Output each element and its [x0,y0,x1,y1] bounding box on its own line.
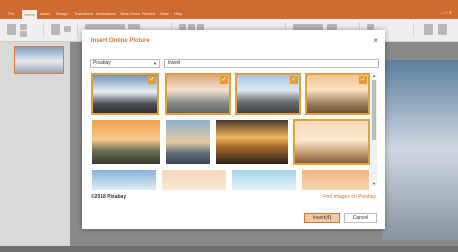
source-dropdown[interactable]: Pixabay ▼ [90,59,160,68]
menu-help[interactable]: Help [174,11,182,16]
menu-bar: File Home Insert Design Transitions Anim… [0,9,458,19]
checkmark-icon: ✓ [290,76,298,84]
paste-icon[interactable] [7,24,16,35]
designer-icon[interactable] [438,24,447,35]
search-input[interactable]: travel [164,59,379,68]
font-size-field[interactable] [128,24,140,29]
image-result-12[interactable] [302,170,369,190]
image-result-7[interactable] [216,120,288,164]
status-bar [0,246,458,252]
find-images-link[interactable]: Find Images on Pixabay [322,194,376,200]
image-result-9[interactable] [92,170,156,190]
menu-design[interactable]: Design [56,11,68,16]
source-value: Pixabay [93,60,111,66]
copyright-text: ©2018 Pixabay [91,194,127,200]
menu-transitions[interactable]: Transitions [74,11,93,16]
dictate-icon[interactable] [424,24,433,35]
menu-slide-show[interactable]: Slide Show [120,11,140,16]
image-result-4[interactable]: ✓ [305,73,370,115]
insert-online-picture-dialog: Insert Online Picture × Pixabay ▼ travel… [82,30,385,229]
image-result-2[interactable]: ✓ [165,73,231,115]
image-result-10[interactable] [162,170,226,190]
layout-icon[interactable] [64,26,71,32]
checkmark-icon: ✓ [359,76,367,84]
font-name-field[interactable] [85,24,125,29]
close-icon[interactable]: × [373,36,378,45]
copy-icon[interactable] [20,31,27,37]
checkmark-icon: ✓ [148,76,156,84]
image-result-6[interactable] [166,120,210,164]
menu-file[interactable]: File [8,11,14,16]
image-result-11[interactable] [232,170,296,190]
clipboard-group [4,22,44,38]
image-result-1[interactable]: ✓ [91,73,159,115]
image-result-5[interactable] [92,120,160,164]
slide-thumbnail[interactable] [14,46,64,74]
slide-image-background [382,60,458,240]
insert-button[interactable]: Insert(4) [304,213,340,223]
image-result-8[interactable] [293,119,370,165]
image-result-3[interactable]: ✓ [235,73,301,115]
scroll-down-icon[interactable]: ▼ [371,181,377,186]
cancel-button[interactable]: Cancel [344,213,377,223]
slide-thumbnails-pane [0,42,70,252]
results-scrollbar[interactable]: ▲ ▼ [371,73,377,186]
chevron-down-icon: ▼ [153,61,157,66]
menu-animations[interactable]: Animations [96,11,116,16]
menu-view[interactable]: View [160,11,169,16]
cut-icon[interactable] [20,24,27,30]
title-bar [0,0,458,9]
window-controls[interactable]: — ☐ ✕ [439,10,452,15]
checkmark-icon: ✓ [220,76,228,84]
dialog-title: Insert Online Picture [91,38,150,44]
voice-group [418,22,454,38]
scroll-up-icon[interactable]: ▲ [371,73,377,78]
menu-review[interactable]: Review [142,11,155,16]
new-slide-icon[interactable] [51,24,60,35]
slides-group [48,22,78,38]
scroll-thumb[interactable] [372,80,376,140]
menu-home[interactable]: Home [22,10,37,19]
menu-insert[interactable]: Insert [40,11,50,16]
